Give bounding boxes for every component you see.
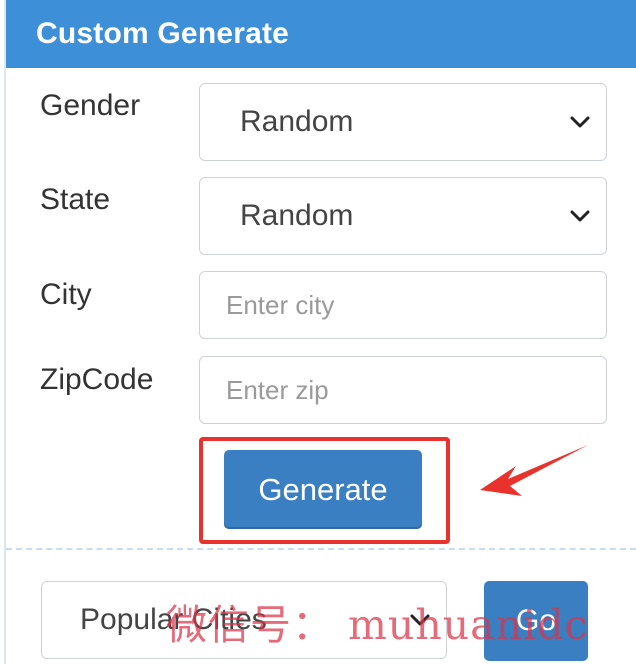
- state-select[interactable]: Random: [199, 177, 607, 255]
- chevron-down-icon: [570, 210, 590, 222]
- custom-generate-panel: Custom Generate Gender Random State Rand…: [0, 0, 636, 664]
- state-select-value: Random: [240, 199, 354, 232]
- gender-select[interactable]: Random: [199, 83, 607, 161]
- popular-cities-select[interactable]: Popular Cities: [41, 581, 447, 659]
- panel-title: Custom Generate: [6, 0, 636, 68]
- zipcode-label: ZipCode: [40, 363, 154, 396]
- chevron-down-icon: [570, 116, 590, 128]
- city-label: City: [40, 278, 92, 311]
- section-divider: [6, 548, 636, 550]
- gender-label: Gender: [40, 89, 141, 122]
- zipcode-input[interactable]: [200, 357, 606, 423]
- zipcode-field[interactable]: [199, 356, 607, 424]
- panel-left-border: [4, 0, 6, 664]
- gender-select-value: Random: [240, 105, 354, 138]
- state-label: State: [40, 183, 111, 216]
- city-input[interactable]: [200, 272, 606, 338]
- city-field[interactable]: [199, 271, 607, 339]
- popular-cities-value: Popular Cities: [80, 603, 267, 636]
- red-arrow-icon: [480, 445, 588, 496]
- go-button[interactable]: Go: [484, 581, 588, 661]
- chevron-down-icon: [410, 614, 430, 626]
- generate-button[interactable]: Generate: [224, 450, 422, 529]
